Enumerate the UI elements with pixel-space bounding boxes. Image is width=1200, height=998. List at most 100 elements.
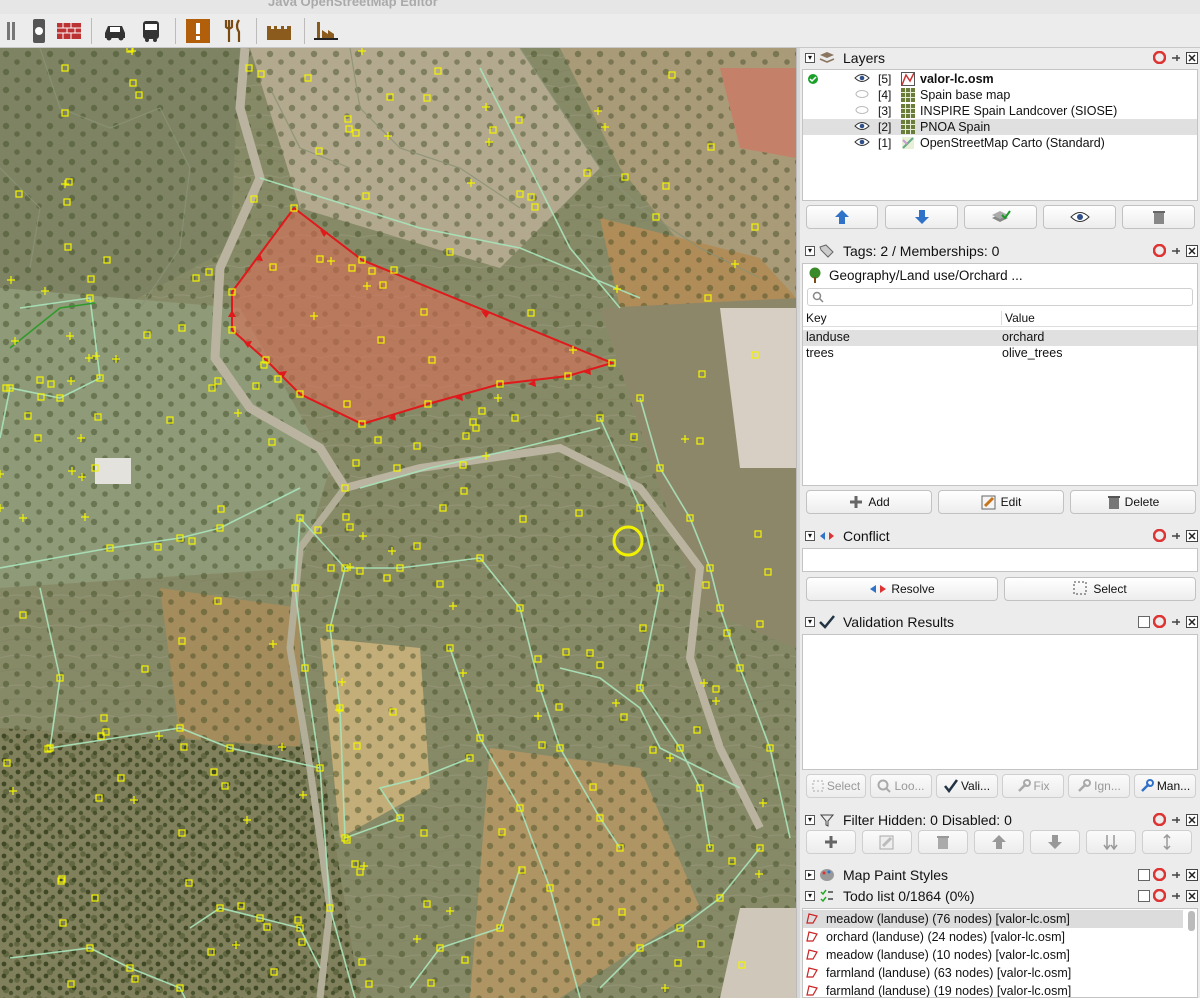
layer-row[interactable]: [5] valor-lc.osm [803,71,1197,87]
wall-icon[interactable] [54,16,84,46]
todo-dialog-header[interactable]: ▾ Todo list 0/1864 (0%) [800,886,1200,906]
car-icon[interactable] [100,16,130,46]
eye-icon[interactable] [854,120,870,134]
todo-item[interactable]: farmland (landuse) (19 nodes) [valor-lc.… [803,982,1183,997]
map-canvas[interactable] [0,48,796,998]
key-column-header[interactable]: Key [806,311,827,325]
help-icon[interactable] [1153,868,1166,881]
delete-filter-button[interactable] [918,830,968,854]
detach-icon[interactable] [1169,615,1182,628]
ignore-button[interactable]: Ign... [1068,774,1130,798]
todo-scrollbar-thumb[interactable] [1188,911,1195,931]
edit-filter-button[interactable] [862,830,912,854]
tag-key[interactable]: trees [806,346,834,360]
tag-key[interactable]: landuse [806,330,850,344]
collapse-icon[interactable]: ▾ [805,617,815,627]
preset-link[interactable]: Geography/Land use/Orchard ... [807,267,1023,283]
layer-row[interactable]: [2] PNOA Spain [803,119,1197,135]
eye-hidden-icon[interactable] [854,88,870,102]
close-icon[interactable] [1185,868,1198,881]
move-filter-up-button[interactable] [974,830,1024,854]
resolve-button[interactable]: Resolve [806,577,998,601]
detach-icon[interactable] [1169,813,1182,826]
validate-button[interactable]: Vali... [936,774,998,798]
collapse-icon[interactable]: ▾ [805,891,815,901]
tag-value[interactable]: olive_trees [1002,346,1062,360]
move-down-button[interactable] [885,205,958,229]
eye-icon[interactable] [854,136,870,150]
delete-tag-button[interactable]: Delete [1070,490,1196,514]
help-icon[interactable] [1153,51,1166,64]
detach-icon[interactable] [1169,51,1182,64]
help-icon[interactable] [1153,889,1166,902]
validation-select-button[interactable]: Select [806,774,866,798]
activate-layer-button[interactable] [964,205,1037,229]
todo-item[interactable]: farmland (landuse) (63 nodes) [valor-lc.… [803,964,1183,982]
restaurant-icon[interactable] [219,16,249,46]
layer-row[interactable]: [1] OpenStreetMap Carto (Standard) [803,135,1197,151]
collapse-icon[interactable]: ▾ [805,815,815,825]
move-filter-down-button[interactable] [1030,830,1080,854]
tag-value[interactable]: orchard [1002,330,1044,344]
layer-list[interactable]: [5] valor-lc.osm [4] Spain base map [3] INSPI… [802,69,1198,201]
detach-icon[interactable] [1169,244,1182,257]
close-icon[interactable] [1185,51,1198,64]
rail-crossing-icon[interactable] [24,16,54,46]
help-icon[interactable] [1153,615,1166,628]
emergency-icon[interactable] [183,16,213,46]
add-tag-button[interactable]: Add [806,490,932,514]
mappaint-dialog-header[interactable]: ▸ Map Paint Styles [800,865,1200,885]
bus-icon[interactable] [136,16,166,46]
expand-icon[interactable]: ▸ [805,870,815,880]
detach-icon[interactable] [1169,868,1182,881]
sort-filters-button[interactable] [1086,830,1136,854]
add-filter-button[interactable] [806,830,856,854]
close-icon[interactable] [1185,615,1198,628]
conflict-select-button[interactable]: Select [1004,577,1196,601]
delete-layer-button[interactable] [1122,205,1195,229]
tag-row[interactable]: trees olive_trees [803,346,1197,362]
help-icon[interactable] [1153,813,1166,826]
dialog-settings-icon[interactable] [1137,615,1150,628]
map-view[interactable] [0,48,796,998]
close-icon[interactable] [1185,889,1198,902]
todo-list[interactable]: meadow (landuse) (76 nodes) [valor-lc.os… [802,908,1198,998]
validation-dialog-header[interactable]: ▾ Validation Results [800,612,1200,632]
lookup-button[interactable]: Loo... [870,774,932,798]
dialog-settings-icon[interactable] [1137,868,1150,881]
edit-tag-button[interactable]: Edit [938,490,1064,514]
tag-row[interactable]: landuse orchard [803,330,1197,346]
help-icon[interactable] [1153,244,1166,257]
close-icon[interactable] [1185,813,1198,826]
tags-dialog-header[interactable]: ▾ Tags: 2 / Memberships: 0 [800,241,1200,261]
collapse-icon[interactable]: ▾ [805,53,815,63]
move-up-button[interactable] [806,205,878,229]
sort-up-down-button[interactable] [1142,830,1192,854]
manage-button[interactable]: Man... [1134,774,1196,798]
help-icon[interactable] [1153,529,1166,542]
validation-results-list[interactable] [802,634,1198,770]
layer-row[interactable]: [3] INSPIRE Spain Landcover (SIOSE) [803,103,1197,119]
collapse-icon[interactable]: ▾ [805,246,815,256]
castle-icon[interactable] [264,16,294,46]
close-icon[interactable] [1185,244,1198,257]
eye-hidden-icon[interactable] [854,104,870,118]
toggle-visibility-button[interactable] [1043,205,1116,229]
filter-dialog-header[interactable]: ▾ Filter Hidden: 0 Disabled: 0 [800,810,1200,830]
value-column-header[interactable]: Value [1001,311,1035,325]
fix-button[interactable]: Fix [1002,774,1064,798]
todo-item[interactable]: meadow (landuse) (10 nodes) [valor-lc.os… [803,946,1183,964]
todo-item[interactable]: meadow (landuse) (76 nodes) [valor-lc.os… [803,910,1183,928]
detach-icon[interactable] [1169,529,1182,542]
eye-icon[interactable] [854,72,870,86]
tag-search-input[interactable] [807,288,1193,306]
conflict-list[interactable] [802,548,1198,572]
detach-icon[interactable] [1169,889,1182,902]
dialog-settings-icon[interactable] [1137,889,1150,902]
close-icon[interactable] [1185,529,1198,542]
presets-handle-icon[interactable] [0,16,22,46]
collapse-icon[interactable]: ▾ [805,531,815,541]
conflict-dialog-header[interactable]: ▾ Conflict [800,526,1200,546]
todo-item[interactable]: orchard (landuse) (24 nodes) [valor-lc.o… [803,928,1183,946]
layers-dialog-header[interactable]: ▾ Layers [800,48,1200,68]
